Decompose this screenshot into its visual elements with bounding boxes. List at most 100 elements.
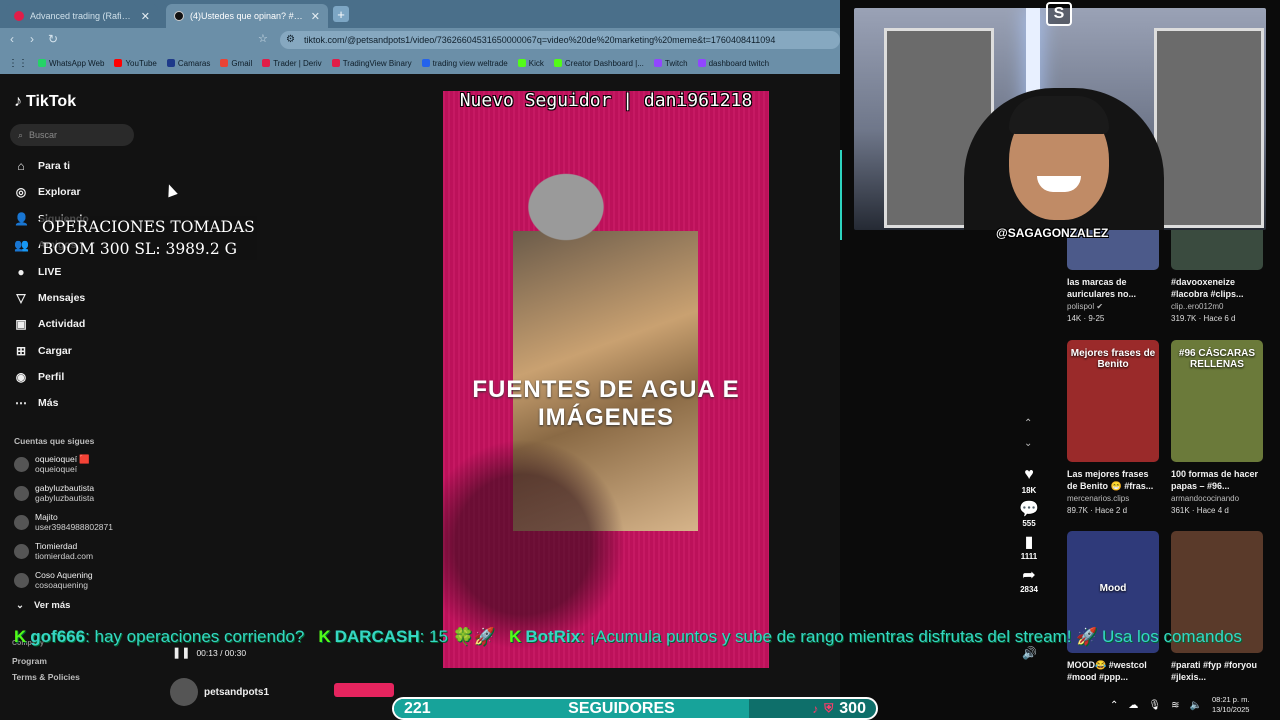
- search-input[interactable]: ⌕ Buscar: [10, 124, 134, 146]
- bookmark-item[interactable]: Trader | Deriv: [262, 59, 322, 68]
- video-stats: 14K · 9-25: [1067, 314, 1105, 323]
- clock[interactable]: 08:21 p. m. 13/10/2025: [1212, 695, 1250, 715]
- tab-trading[interactable]: Advanced trading (Rafia & Lake ) T ✕: [6, 4, 158, 28]
- video-player[interactable]: FUENTES DE AGUA E IMÁGENES: [443, 91, 769, 668]
- bookmark-label: Gmail: [231, 58, 253, 68]
- video-title[interactable]: Las mejores frases de Benito 😁 #fras...: [1067, 468, 1159, 492]
- following-account[interactable]: Coso Aquening cosoaquening: [14, 567, 93, 593]
- video-title[interactable]: #davooxeneize #lacobra #clips...: [1171, 276, 1263, 300]
- account-text: Tiomierdad tiomierdad.com: [35, 541, 93, 561]
- comment-icon: 💬: [1019, 501, 1039, 518]
- goal-target-group: ♪ ⛨ 300: [812, 700, 866, 718]
- clock-time: 08:21 p. m.: [1211, 695, 1250, 704]
- bookmark-label: WhatsApp Web: [49, 58, 105, 68]
- bookmark-item[interactable]: Gmail: [220, 59, 252, 68]
- chevron-down-icon[interactable]: ⌄: [1024, 438, 1032, 449]
- bookmark-item[interactable]: TradingView Binary: [331, 59, 412, 68]
- sidebar-item-cargar[interactable]: ⊞ Cargar: [14, 341, 72, 361]
- bookmark-item[interactable]: YouTube: [114, 58, 157, 68]
- video-cat-image: [491, 153, 641, 273]
- sidebar-item-para-ti[interactable]: ⌂ Para ti: [14, 156, 70, 176]
- heart-button[interactable]: ♥ 18K: [1022, 466, 1037, 495]
- following-account[interactable]: Tiomierdad tiomierdad.com: [14, 538, 93, 564]
- volume-icon[interactable]: 🔊: [1022, 646, 1037, 660]
- avatar: [14, 543, 29, 559]
- bookmark-star-icon[interactable]: ☆: [258, 32, 268, 45]
- video-thumbnail[interactable]: Mejores frases de Benito: [1067, 340, 1159, 462]
- chat-username: gof666: [30, 627, 86, 646]
- reload-icon[interactable]: ↻: [48, 32, 58, 46]
- following-account[interactable]: gabyluzbautista gabyluzbautista: [14, 480, 94, 506]
- bookmark-favicon-icon: [166, 59, 175, 67]
- apps-grid-icon[interactable]: ⋮⋮: [8, 58, 28, 69]
- video-author[interactable]: armandococinando: [1171, 494, 1263, 503]
- sidebar-item-perfil[interactable]: ◉ Perfil: [14, 367, 65, 387]
- tiktok-logo[interactable]: ♪ TikTok: [14, 93, 76, 111]
- chevron-up-icon[interactable]: ⌃: [1024, 418, 1032, 429]
- chevron-down-icon: ⌄: [16, 600, 24, 611]
- sidebar-item-actividad[interactable]: ▣ Actividad: [14, 314, 85, 334]
- sidebar-item-más[interactable]: ⋯ Más: [14, 393, 58, 413]
- video-author[interactable]: clip..ero012m0: [1171, 302, 1263, 311]
- bookmark-item[interactable]: trading view weltrade: [421, 59, 508, 68]
- avatar: [14, 485, 29, 501]
- deriv-favicon-icon: [14, 11, 24, 21]
- video-title[interactable]: #parati #fyp #foryou #jlexis...: [1171, 659, 1263, 683]
- mic-icon[interactable]: 🎙: [1148, 700, 1161, 711]
- share-button[interactable]: ➦ 2834: [1020, 565, 1038, 594]
- close-icon[interactable]: ✕: [141, 10, 150, 23]
- tab-tiktok[interactable]: (4)Ustedes que opinan? #fyp ✕: [166, 4, 328, 28]
- chevron-up-icon[interactable]: ⌃: [1110, 700, 1118, 711]
- bookmark-item[interactable]: Twitch: [653, 59, 688, 68]
- friends-icon: 👥: [14, 238, 29, 252]
- following-account[interactable]: Majito user3984988802871: [14, 509, 113, 535]
- recommended-video-card[interactable]: #96 CÁSCARAS RELLENAS 100 formas de hacer…: [1171, 340, 1263, 515]
- sidebar-item-live[interactable]: ● LIVE: [14, 262, 61, 282]
- new-tab-button[interactable]: +: [333, 6, 349, 22]
- chat-username: DARCASH: [334, 627, 420, 646]
- speaker-icon[interactable]: 🔈: [1189, 700, 1201, 711]
- video-author[interactable]: mercenarios.clips: [1067, 494, 1159, 503]
- bookmark-item[interactable]: Camaras: [166, 59, 210, 68]
- sidebar-item-mensajes[interactable]: ▽ Mensajes: [14, 288, 85, 308]
- bookmark-favicon-icon: [331, 59, 340, 67]
- video-title[interactable]: MOOD😂 #westcol #mood #ppp...: [1067, 659, 1159, 683]
- kick-icon: K: [509, 627, 522, 646]
- system-tray: ⌃ ☁ 🎙 ≋ 🔈 08:21 p. m. 13/10/2025: [1100, 690, 1280, 720]
- bookmark-item[interactable]: Creator Dashboard |...: [553, 59, 644, 68]
- clock-date: 13/10/2025: [1211, 705, 1250, 714]
- streamer-handle: @SAGAGONZALEZ: [996, 226, 1109, 240]
- recommended-video-card[interactable]: Mood MOOD😂 #westcol #mood #ppp...: [1067, 531, 1159, 686]
- see-more-button[interactable]: ⌄ Ver más: [16, 600, 70, 611]
- footer-terms[interactable]: Terms & Policies: [12, 672, 80, 682]
- recommended-video-card[interactable]: #parati #fyp #foryou #jlexis...: [1171, 531, 1263, 686]
- account-name: Tiomierdad: [35, 541, 78, 551]
- bookmark-item[interactable]: WhatsApp Web: [38, 59, 104, 68]
- video-author[interactable]: petsandpots1: [170, 678, 269, 706]
- following-account[interactable]: oqueioqueí 🟥 oqueioqueí: [14, 451, 90, 477]
- site-info-icon[interactable]: ⚙: [286, 34, 295, 45]
- forward-icon[interactable]: ›: [30, 32, 34, 46]
- sidebar-item-label: Para ti: [38, 160, 71, 172]
- footer-program[interactable]: Program: [12, 656, 47, 666]
- following-icon: 👤: [14, 212, 29, 226]
- bookmark-button[interactable]: ▮ 1111: [1021, 532, 1037, 561]
- chat-message: : ¡Acumula puntos y sube de rango mientr…: [580, 627, 1242, 646]
- bookmark-item[interactable]: dashboard twitch: [697, 59, 769, 68]
- video-title[interactable]: 100 formas de hacer papas – #96...: [1171, 468, 1263, 492]
- sidebar-item-explorar[interactable]: ◎ Explorar: [14, 182, 81, 202]
- url-input[interactable]: tiktok.com/@petsandpots1/video/736266045…: [280, 31, 840, 49]
- follow-button[interactable]: [334, 683, 394, 697]
- video-author[interactable]: polispol ✔: [1067, 302, 1159, 311]
- account-text: oqueioqueí 🟥 oqueioqueí: [35, 454, 90, 474]
- close-icon[interactable]: ✕: [311, 10, 320, 23]
- bookmark-label: YouTube: [125, 58, 157, 68]
- recommended-video-card[interactable]: Mejores frases de Benito Las mejores fras…: [1067, 340, 1159, 515]
- back-icon[interactable]: ‹: [10, 32, 14, 46]
- wifi-icon[interactable]: ≋: [1171, 700, 1179, 711]
- video-thumbnail[interactable]: #96 CÁSCARAS RELLENAS: [1171, 340, 1263, 462]
- video-title[interactable]: las marcas de auriculares no...: [1067, 276, 1159, 300]
- comment-button[interactable]: 💬 555: [1019, 499, 1039, 528]
- cloud-icon[interactable]: ☁: [1128, 700, 1138, 711]
- bookmark-item[interactable]: Kick: [517, 59, 544, 68]
